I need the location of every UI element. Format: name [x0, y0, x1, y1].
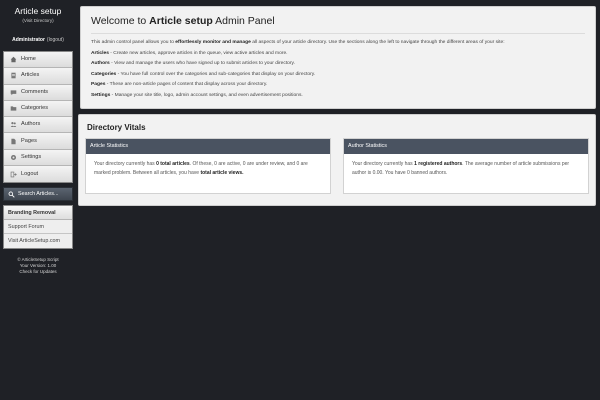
intro-prefix: This admin control panel allows you to	[91, 40, 176, 45]
sidebar-item-label: Articles	[21, 72, 40, 79]
sidebar-item-articles[interactable]: Articles	[4, 68, 72, 85]
sidebar-item-label: Categories	[21, 105, 49, 112]
gear-icon	[10, 154, 17, 161]
sidebar-item-authors[interactable]: Authors	[4, 117, 72, 134]
page-title: Welcome to Article setup Admin Panel	[91, 15, 585, 27]
directory-vitals-panel: Directory Vitals Article Statistics Your…	[78, 114, 596, 206]
section-text: - View and manage the users who have sig…	[109, 61, 295, 67]
brand: Article setup (Visit Directory)	[0, 0, 76, 23]
title-brand: Article setup	[149, 15, 213, 27]
folder-icon	[10, 105, 17, 112]
section-name: Categories	[91, 71, 117, 77]
visit-directory-link[interactable]: (Visit Directory)	[0, 18, 76, 23]
intro-bold: effortlessly monitor and manage	[175, 40, 251, 45]
logout-link[interactable]: (logout)	[47, 37, 64, 43]
sidebar-item-label: Comments	[21, 88, 49, 95]
admin-line: Administrator (logout)	[0, 37, 76, 43]
card-heading: Article Statistics	[86, 139, 330, 154]
title-suffix: Admin Panel	[212, 15, 275, 27]
card-body: Your directory currently has 1 registere…	[344, 154, 588, 184]
admin-label: Administrator	[12, 37, 45, 43]
sidebar-item-comments[interactable]: Comments	[4, 84, 72, 101]
author-statistics-card: Author Statistics Your directory current…	[343, 138, 589, 194]
comment-icon	[10, 89, 17, 96]
section-name: Settings	[91, 92, 111, 98]
page-icon	[10, 138, 17, 145]
section-text: - You have full control over the categor…	[116, 71, 316, 77]
search-label: Search Articles...	[18, 191, 59, 198]
site-title[interactable]: Article setup	[0, 6, 76, 16]
sidebar-item-label: Authors	[21, 121, 41, 128]
search-icon	[8, 191, 15, 198]
document-icon	[10, 72, 17, 79]
section-name: Articles	[91, 50, 109, 56]
card-heading: Author Statistics	[344, 139, 588, 154]
stat-bold: 0 total articles	[156, 161, 190, 167]
visit-articlesetup-link[interactable]: Visit ArticleSetup.com	[4, 234, 72, 249]
stats-cards: Article Statistics Your directory curren…	[85, 138, 589, 194]
sidebar-item-categories[interactable]: Categories	[4, 100, 72, 118]
sidebar: Article setup (Visit Directory) Administ…	[0, 0, 76, 400]
users-icon	[10, 121, 17, 128]
check-updates-link[interactable]: Check for Updates	[0, 269, 76, 275]
sidebar-item-logout[interactable]: Logout	[4, 166, 72, 183]
home-icon	[10, 56, 17, 63]
sidebar-item-label: Settings	[21, 153, 42, 160]
logout-icon	[10, 171, 17, 178]
welcome-panel: Welcome to Article setup Admin Panel Thi…	[80, 6, 596, 109]
section-settings: Settings - Manage your site title, logo,…	[91, 91, 585, 102]
intro-text: This admin control panel allows you to e…	[91, 38, 585, 49]
article-statistics-card: Article Statistics Your directory curren…	[85, 138, 331, 194]
sidebar-item-label: Home	[21, 56, 36, 63]
divider	[91, 33, 585, 34]
stat-text: Your directory currently has	[94, 161, 157, 167]
stat-text: Your directory currently has	[352, 161, 415, 167]
branding-panel: Branding Removal Support Forum Visit Art…	[3, 205, 73, 250]
title-prefix: Welcome to	[91, 15, 150, 27]
sidebar-item-pages[interactable]: Pages	[4, 133, 72, 150]
section-text: - Create new articles, approve articles …	[108, 50, 288, 56]
search-articles-button[interactable]: Search Articles...	[3, 187, 73, 202]
card-body: Your directory currently has 0 total art…	[86, 154, 330, 184]
stat-bold: total article views.	[200, 169, 244, 176]
sidebar-item-label: Pages	[21, 137, 37, 144]
section-name: Pages	[91, 82, 106, 88]
section-text: - Manage your site title, logo, admin ac…	[110, 92, 303, 98]
stat-bold: 1 registered authors	[414, 161, 463, 167]
section-name: Authors	[91, 61, 110, 67]
version-info: © ArticleSetup Script Your Version: 1.00…	[0, 257, 76, 274]
section-text: - These are non-article pages of content…	[105, 82, 268, 88]
sidebar-item-home[interactable]: Home	[4, 52, 72, 69]
branding-removal-link[interactable]: Branding Removal	[4, 206, 72, 221]
support-forum-link[interactable]: Support Forum	[4, 220, 72, 235]
intro-suffix: all aspects of your article directory. U…	[250, 40, 505, 45]
sidebar-nav: Home Articles Comments Categories Author…	[3, 51, 73, 184]
vitals-title: Directory Vitals	[87, 123, 146, 132]
section-categories: Categories - You have full control over …	[91, 70, 585, 81]
sidebar-item-label: Logout	[21, 170, 39, 177]
sidebar-item-settings[interactable]: Settings	[4, 149, 72, 167]
section-articles: Articles - Create new articles, approve …	[91, 49, 585, 60]
section-authors: Authors - View and manage the users who …	[91, 59, 585, 70]
section-pages: Pages - These are non-article pages of c…	[91, 80, 585, 91]
